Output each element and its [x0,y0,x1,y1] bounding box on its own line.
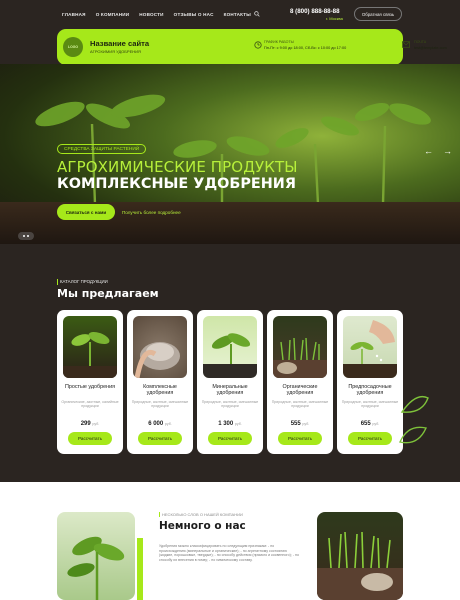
product-name: Предпосадочные удобрения [348,384,392,396]
calculate-button[interactable]: Рассчитать [68,432,112,445]
product-image [343,316,397,378]
product-card[interactable]: Предпосадочные удобрения Природные, азот… [337,310,403,454]
calculate-button[interactable]: Рассчитать [208,432,252,445]
about-grass-image [317,512,403,600]
hero-headline-2: КОМПЛЕКСНЫЕ УДОБРЕНИЯ [57,176,296,192]
info-bar: LOGO Название сайта АГРОХИМИЯ УДОБРЕНИЯ … [57,29,447,65]
product-name: Простые удобрения [64,384,116,390]
about-accent-bar [137,538,143,600]
slider-prev-arrow-icon[interactable]: ← [424,146,433,156]
product-desc: Природные, азотные, смешанные продукции [271,400,329,409]
hero-headline-1: АГРОХИМИЧЕСКИЕ ПРОДУКТЫ [57,158,298,176]
slider-next-arrow-icon[interactable]: → [443,146,452,156]
product-name: Комплексные удобрения [143,384,177,396]
product-desc: Природные, азотные, смешанные продукции [131,400,189,409]
contact-us-button[interactable]: Связаться с нами [57,204,115,220]
product-card[interactable]: Комплексные удобрения Природные, азотные… [127,310,193,454]
hero-banner: СРЕДСТВА ЗАЩИТЫ РАСТЕНИЙ АГРОХИМИЧЕСКИЕ … [0,64,460,244]
nav-links: ГЛАВНАЯ О КОМПАНИИ НОВОСТИ ОТЗЫВЫ О НАС … [62,12,251,17]
product-card[interactable]: Органические удобрения Природные, азотны… [267,310,333,454]
catalog-label-marker [57,279,59,285]
calculate-button[interactable]: Рассчитать [138,432,182,445]
city-label: г. Москва [326,16,343,21]
slider-dots[interactable] [18,232,34,240]
mail-icon [402,41,410,48]
product-cards: Простые удобрения Органические, азотные,… [57,310,403,454]
about-label: НЕСКОЛЬКО СЛОВ О НАШЕЙ КОМПАНИИ [162,512,243,517]
product-image [203,316,257,378]
site-subtitle: АГРОХИМИЯ УДОБРЕНИЯ [90,49,141,54]
about-section: НЕСКОЛЬКО СЛОВ О НАШЕЙ КОМПАНИИ Немного … [0,482,460,600]
product-price: 555 руб. [290,421,310,427]
phone-number[interactable]: 8 (800) 888-88-88 [290,8,350,15]
schedule-label: График работы [264,40,294,44]
nav-item-home[interactable]: ГЛАВНАЯ [62,12,86,17]
product-name: Органические удобрения [282,384,318,396]
leaf-decoration-icon [399,395,429,444]
clock-icon [254,41,262,49]
mail-text[interactable]: test@template.com [414,46,447,50]
product-price: 299 руб. [80,421,100,427]
product-desc: Природные, азотные, смешанные продукции [201,400,259,409]
about-title: Немного о нас [159,520,246,532]
calculate-button[interactable]: Рассчитать [278,432,322,445]
product-desc: Природные, азотные, смешанные продукции [341,400,399,409]
product-desc: Органические, азотные, калийные продукци… [61,400,119,409]
product-image [133,316,187,378]
phone-block: 8 (800) 888-88-88 г. Москва [290,8,350,21]
hero-badge: СРЕДСТВА ЗАЩИТЫ РАСТЕНИЙ [57,144,147,154]
product-card[interactable]: Минеральные удобрения Природные, азотные… [197,310,263,454]
product-price: 6 000 руб. [148,421,172,427]
about-label-marker [159,512,161,517]
logo[interactable]: LOGO [63,37,83,57]
about-plant-image [57,512,135,600]
nav-item-reviews[interactable]: ОТЗЫВЫ О НАС [174,12,214,17]
product-price: 655 руб. [360,421,380,427]
calculate-button[interactable]: Рассчитать [348,432,392,445]
more-info-link[interactable]: Получить более подробнее [122,210,181,215]
nav-item-contacts[interactable]: КОНТАКТЫ [224,12,251,17]
catalog-label: КАТАЛОГ ПРОДУКЦИИ [60,279,108,284]
catalog-title: Мы предлагаем [57,287,159,300]
search-icon[interactable] [254,11,260,17]
mail-label: Почта [414,40,427,44]
product-image [273,316,327,378]
nav-item-about[interactable]: О КОМПАНИИ [96,12,130,17]
site-name: Название сайта [90,39,150,48]
top-nav: ГЛАВНАЯ О КОМПАНИИ НОВОСТИ ОТЗЫВЫ О НАС … [0,0,460,28]
product-price: 1 300 руб. [218,421,242,427]
schedule-text: Пн-Пт: с 9:00 до 18:00, Сб-Вс: с 10:00 д… [264,46,347,50]
callback-button[interactable]: Обратная связь [354,7,402,21]
product-image [63,316,117,378]
product-card[interactable]: Простые удобрения Органические, азотные,… [57,310,123,454]
product-name: Минеральные удобрения [212,384,248,396]
about-text: Удобрения можно классифицировать по след… [159,544,299,562]
nav-item-news[interactable]: НОВОСТИ [139,12,163,17]
